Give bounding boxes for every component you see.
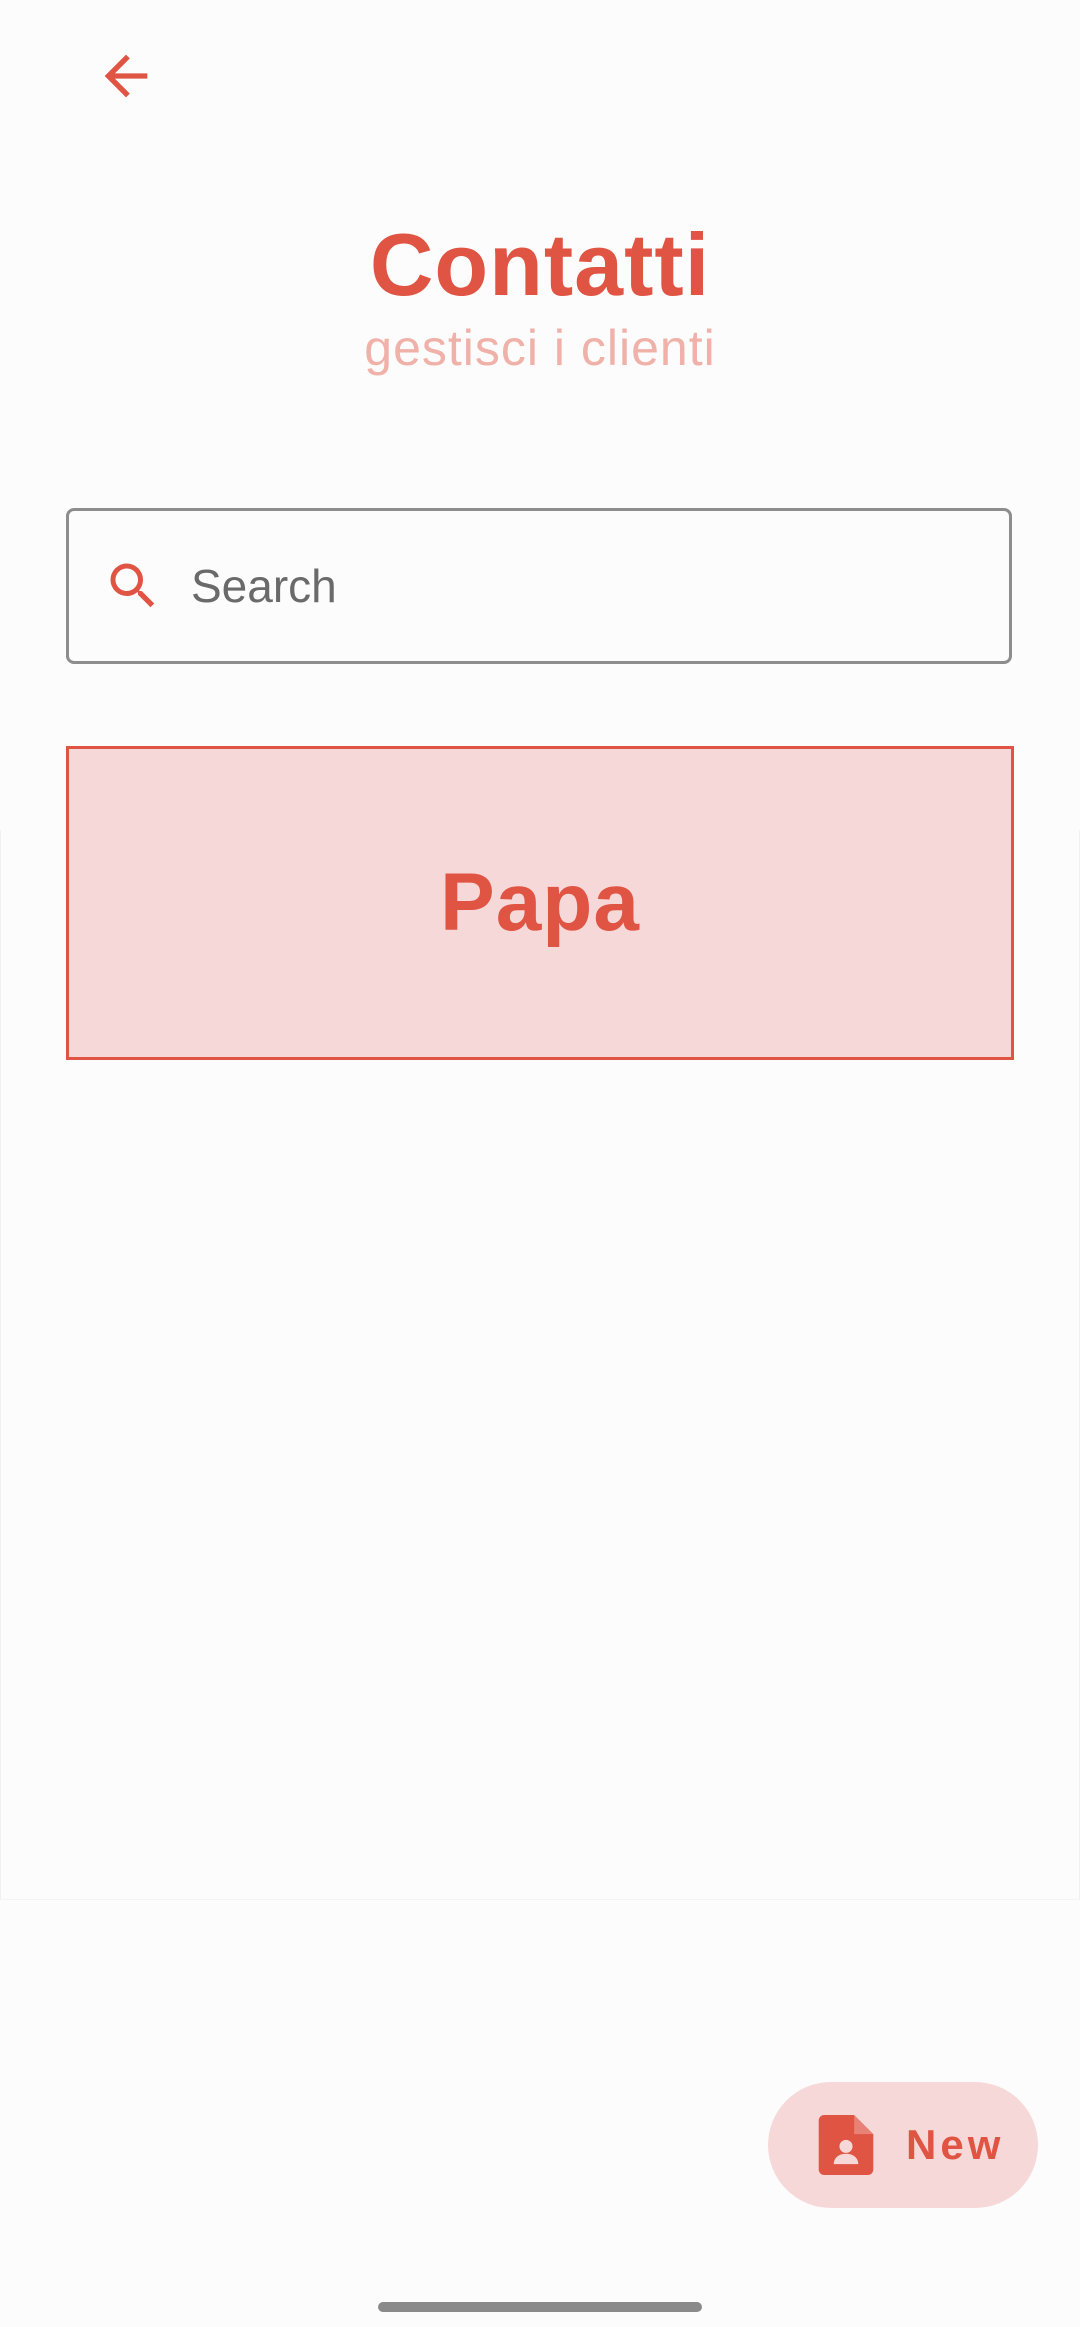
search-input[interactable] [191, 536, 971, 636]
contacts-screen: Contatti gestisci i clienti Papa New [0, 0, 1080, 2327]
contact-card[interactable]: Papa [66, 746, 1014, 1060]
new-contact-button[interactable]: New [768, 2082, 1038, 2208]
contact-document-icon [818, 2115, 874, 2175]
contact-name: Papa [440, 857, 640, 948]
search-icon [103, 556, 163, 616]
home-indicator[interactable] [378, 2302, 702, 2312]
arrow-left-icon [104, 54, 148, 98]
page-title: Contatti [369, 215, 711, 314]
page-header: Contatti gestisci i clienti [0, 210, 1080, 380]
new-button-label: New [906, 2121, 1005, 2168]
search-field[interactable] [66, 508, 1012, 664]
page-subtitle: gestisci i clienti [364, 320, 716, 376]
back-button[interactable] [86, 36, 166, 116]
